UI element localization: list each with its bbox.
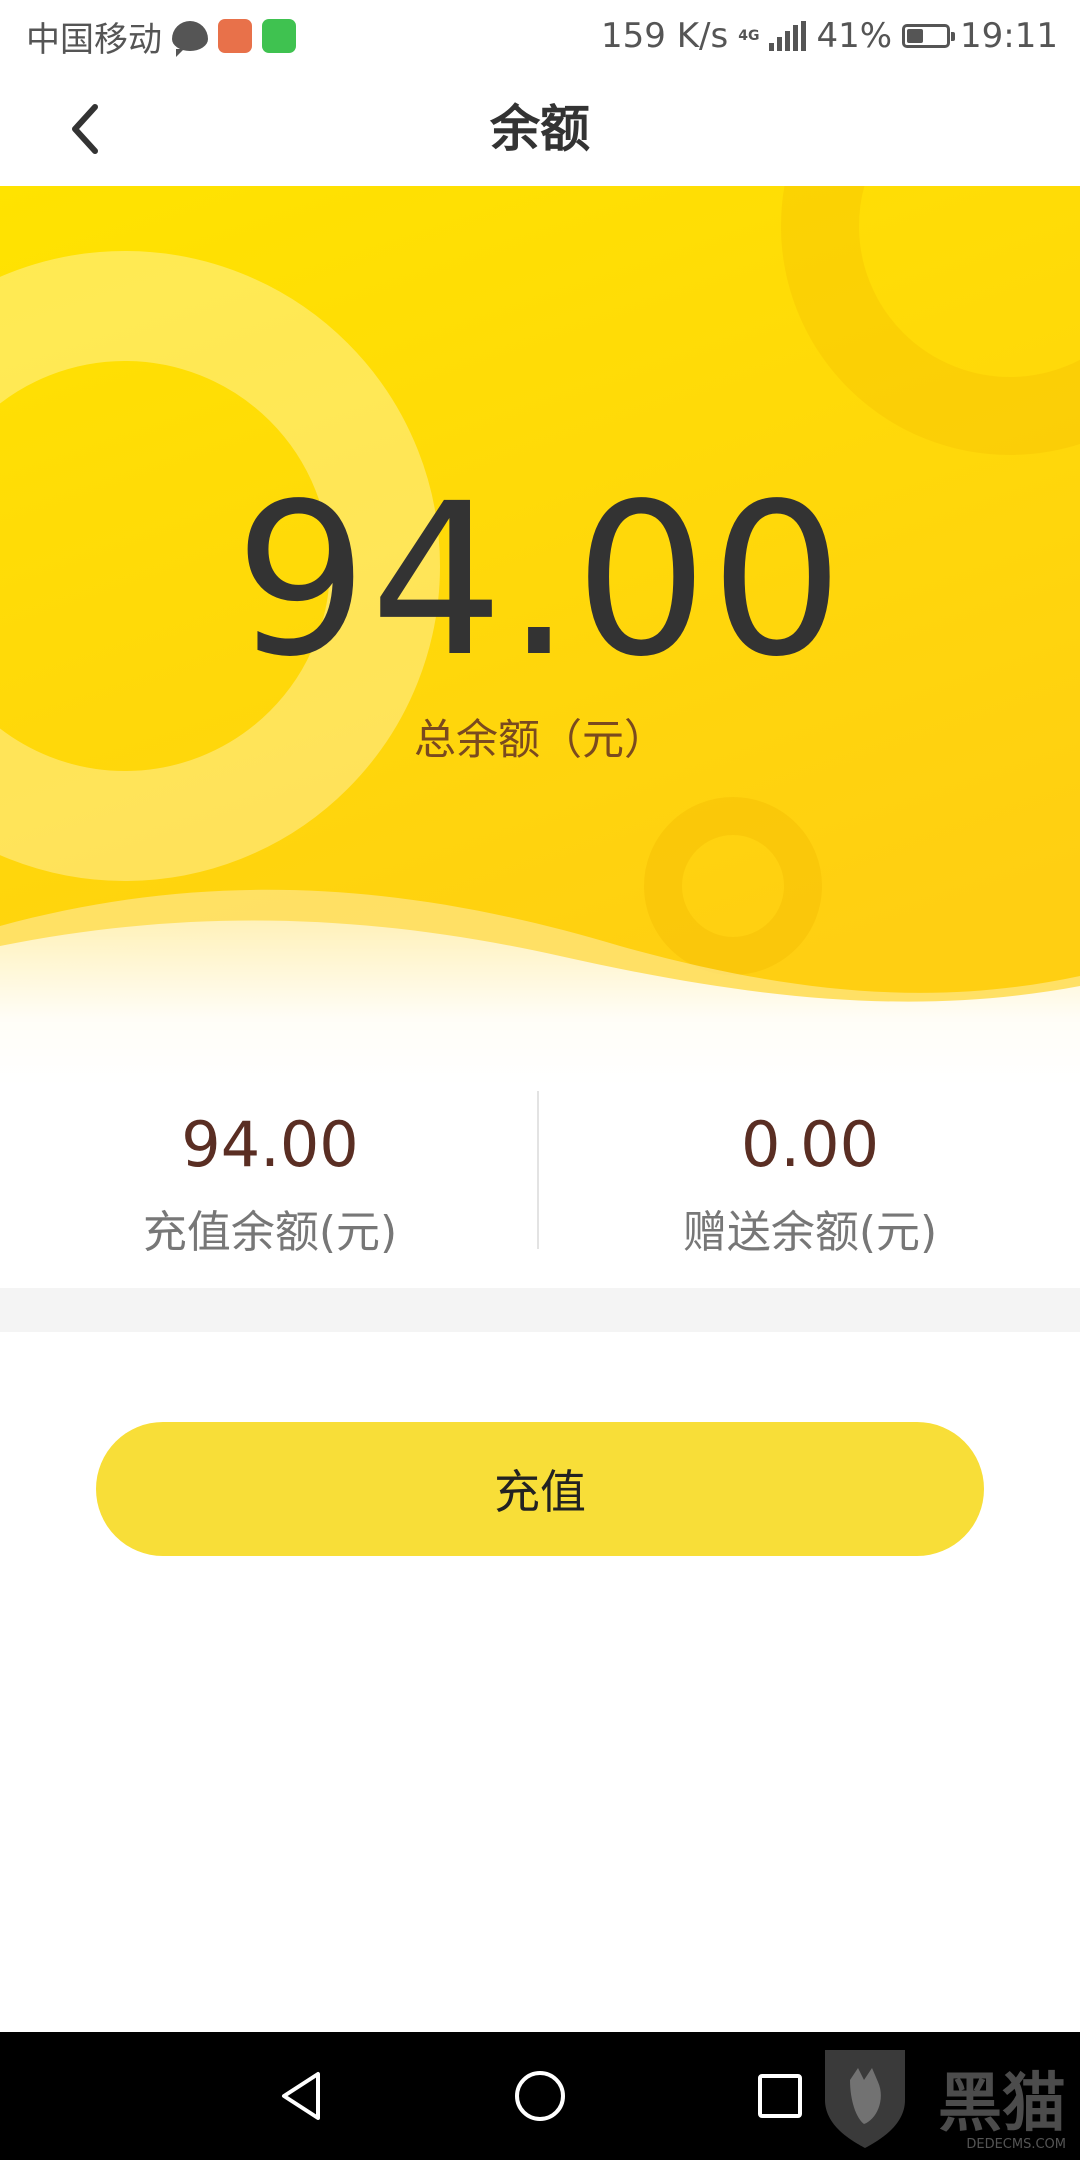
clock-time: 19:11 [960,16,1058,56]
watermark-text: 黑猫 [938,2067,1066,2141]
page-title: 余额 [490,100,590,158]
status-bar-right: 159 K/s 4G 41% 19:11 [601,0,1058,72]
section-divider [0,1288,1080,1332]
back-triangle-icon [282,2072,320,2120]
chat-icon [172,21,208,57]
recharge-balance-value: 94.00 [181,1108,359,1181]
total-balance-amount: 94.00 [234,458,846,703]
recent-square-icon [758,2074,802,2118]
network-type: 4G [738,28,760,44]
recharge-balance-label: 充值余额(元) [142,1207,398,1258]
home-circle-icon [515,2071,565,2121]
signal-icon [769,21,807,51]
gift-balance: 0.00 赠送余额(元) [540,1086,1080,1286]
balance-hero: 94.00 总余额（元） [0,186,1080,1086]
cat-shield-icon [825,2050,905,2148]
nav-recent-button[interactable] [740,2056,820,2136]
nav-home-button[interactable] [500,2056,580,2136]
watermark-sub: DEDECMS.COM [966,2137,1066,2152]
nav-back-button[interactable] [262,2056,342,2136]
total-balance-caption: 总余额（元） [413,715,666,764]
divider [537,1091,539,1249]
gift-balance-value: 0.00 [740,1108,880,1181]
gift-balance-label: 赠送余额(元) [682,1207,938,1258]
app-icon-orange [218,19,252,53]
recharge-button[interactable]: 充值 [96,1422,984,1556]
status-bar: 中国移动 159 K/s 4G 41% 19:11 [0,0,1080,72]
watermark: 黑猫 DEDECMS.COM [820,2040,1080,2160]
app-header: 余额 [0,72,1080,186]
battery-icon [902,24,956,48]
battery-percent: 41% [816,16,893,56]
battery-level-fill [907,29,924,43]
status-bar-left: 中国移动 [26,0,296,72]
app-icon-green [262,19,296,53]
net-speed: 159 K/s [601,16,729,56]
carrier-name: 中国移动 [26,19,162,60]
sub-balances: 94.00 充值余额(元) 0.00 赠送余额(元) [0,1086,1080,1286]
recharge-balance: 94.00 充值余额(元) [0,1086,540,1286]
